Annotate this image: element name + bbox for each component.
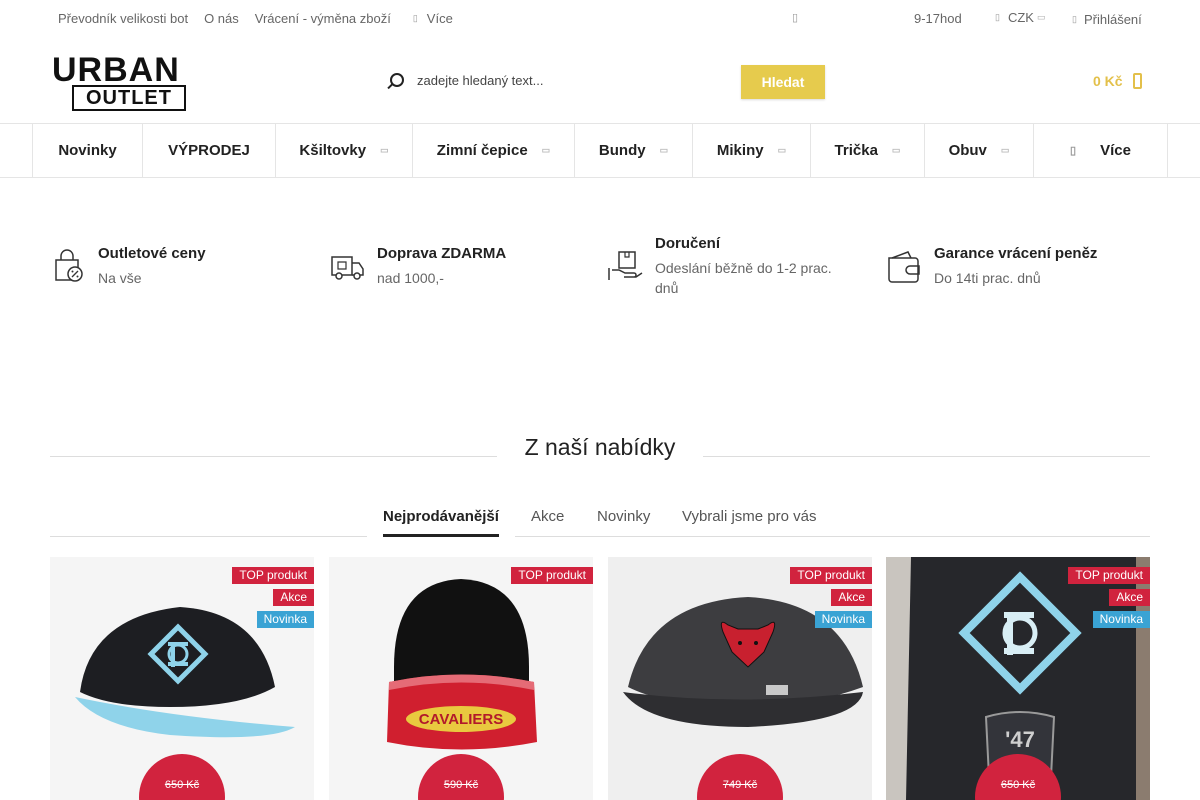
nav-label: Bundy — [598, 142, 646, 159]
search-bar: zadejte hledaný text... Hledat — [385, 64, 825, 100]
tabs-divider-right — [515, 536, 1150, 537]
nav-item-vice[interactable]: ▯ Více — [1033, 124, 1167, 177]
badge-new: Novinka — [814, 611, 872, 628]
main-nav: Novinky VÝPRODEJ Kšiltovky ▭ Zimní čepic… — [0, 123, 1200, 178]
currency-value: CZK — [1007, 10, 1034, 25]
menu-icon: ▯ — [412, 13, 418, 23]
chevron-down-icon: ▭ — [891, 145, 901, 155]
cart-icon — [1132, 73, 1142, 89]
active-tab-indicator — [383, 534, 499, 537]
benefit-title: Garance vrácení peněz — [934, 245, 1098, 262]
badge-sale: Akce — [273, 589, 314, 606]
badge-sale: Akce — [831, 589, 872, 606]
badge-top-product: TOP produkt — [232, 567, 314, 584]
package-hand-icon — [608, 251, 643, 280]
benefit-subtitle: Na vše — [98, 270, 142, 286]
nav-label: Novinky — [58, 142, 117, 159]
svg-text:'47: '47 — [1005, 727, 1035, 752]
top-more-label: Více — [426, 11, 453, 26]
product-card[interactable]: TOP produkt Akce Novinka 650 Kč — [50, 557, 314, 800]
nav-item-ksiltovky[interactable]: Kšiltovky ▭ — [275, 124, 412, 177]
nav-item-obuv[interactable]: Obuv ▭ — [924, 124, 1033, 177]
badge-new: Novinka — [256, 611, 314, 628]
top-link-shoe-size[interactable]: Převodník velikosti bot — [58, 11, 188, 26]
top-links: Převodník velikosti bot O nás Vrácení - … — [58, 11, 485, 26]
benefit-subtitle: Odeslání běžně do 1-2 prac. dnů — [655, 260, 832, 296]
discount-bag-icon — [55, 249, 83, 282]
nav-label: VÝPRODEJ — [168, 142, 250, 159]
nav-label: Mikiny — [716, 142, 764, 159]
logo-line2: OUTLET — [72, 85, 186, 111]
search-button[interactable]: Hledat — [741, 65, 825, 99]
nav-divider — [1167, 124, 1168, 177]
benefit-subtitle: Do 14ti prac. dnů — [934, 270, 1041, 286]
product-card[interactable]: TOP produkt Akce Novinka 749 Kč — [608, 557, 872, 800]
top-bar: Převodník velikosti bot O nás Vrácení - … — [0, 0, 1200, 38]
benefit-subtitle: nad 1000,- — [377, 270, 444, 286]
chevron-down-icon: ▭ — [1036, 12, 1046, 22]
user-icon: ▯ — [1072, 14, 1077, 24]
menu-icon: ▯ — [1070, 145, 1077, 157]
search-input[interactable]: zadejte hledaný text... — [417, 73, 543, 88]
chevron-down-icon: ▭ — [380, 145, 389, 155]
logo[interactable]: URBAN OUTLET — [52, 51, 206, 113]
benefit-title: Doprava ZDARMA — [377, 245, 507, 262]
badge-top-product: TOP produkt — [511, 567, 593, 584]
search-icon — [385, 71, 407, 93]
nav-label: Obuv — [948, 142, 987, 159]
top-link-about[interactable]: O nás — [204, 11, 239, 26]
nav-label: Více — [1100, 142, 1131, 159]
benefit-title: Outletové ceny — [98, 245, 206, 262]
nav-item-bundy[interactable]: Bundy ▭ — [574, 124, 692, 177]
nav-label: Trička — [834, 142, 878, 159]
chevron-down-icon: ▭ — [777, 145, 787, 155]
chevron-down-icon: ▭ — [659, 145, 669, 155]
currency-icon: ▯ — [995, 12, 1000, 22]
badge-top-product: TOP produkt — [1068, 567, 1150, 584]
currency-select[interactable]: ▯ CZK ▭ — [995, 10, 1045, 25]
logo-line1: URBAN — [52, 51, 180, 89]
badge-top-product: TOP produkt — [790, 567, 872, 584]
phone-icon: ▯ — [792, 12, 799, 24]
cart-button[interactable]: 0 Kč — [1093, 73, 1142, 89]
nav-label: Kšiltovky — [299, 142, 367, 159]
delivery-truck-icon — [331, 256, 364, 280]
nav-item-zimni-cepice[interactable]: Zimní čepice ▭ — [412, 124, 574, 177]
nav-item-novinky[interactable]: Novinky — [32, 124, 142, 177]
chevron-down-icon: ▭ — [541, 145, 551, 155]
product-card[interactable]: CAVALIERS TOP produkt 590 Kč — [329, 557, 593, 800]
nav-item-vyprodej[interactable]: VÝPRODEJ — [142, 124, 275, 177]
nav-item-mikiny[interactable]: Mikiny ▭ — [692, 124, 810, 177]
benefit-title: Doručení — [655, 235, 721, 252]
wallet-icon — [888, 251, 920, 283]
cart-total: 0 Kč — [1093, 73, 1123, 89]
tabs-divider-left — [50, 536, 367, 537]
login-link[interactable]: ▯ Přihlášení — [1072, 12, 1142, 27]
product-card[interactable]: '47 TOP produkt Akce Novinka 650 Kč — [886, 557, 1150, 800]
nav-label: Zimní čepice — [436, 142, 528, 159]
badge-sale: Akce — [1109, 589, 1150, 606]
section-divider-right — [703, 456, 1150, 457]
login-label: Přihlášení — [1083, 12, 1142, 27]
svg-text:CAVALIERS: CAVALIERS — [419, 711, 503, 728]
tab-bestsellers[interactable]: Nejprodávanější — [383, 508, 499, 525]
nav-item-tricka[interactable]: Trička ▭ — [810, 124, 924, 177]
chevron-down-icon: ▭ — [1000, 145, 1010, 155]
badge-new: Novinka — [1092, 611, 1150, 628]
top-more-menu[interactable]: ▯ Více — [413, 11, 469, 26]
opening-hours: 9-17hod — [914, 11, 962, 26]
tab-akce[interactable]: Akce — [531, 508, 564, 525]
top-link-returns[interactable]: Vrácení - výměna zboží — [255, 11, 391, 26]
tab-recommended[interactable]: Vybrali jsme pro vás — [682, 508, 817, 525]
tab-novinky[interactable]: Novinky — [597, 508, 650, 525]
